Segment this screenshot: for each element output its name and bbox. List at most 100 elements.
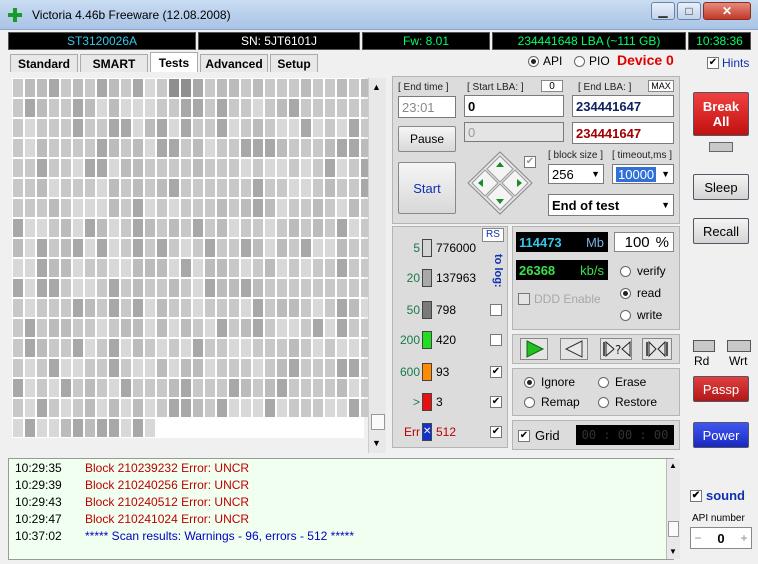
end-lba-input[interactable]: 234441647 (572, 95, 674, 117)
scroll-down-icon[interactable]: ▼ (669, 547, 677, 556)
pause-button[interactable]: Pause (398, 126, 456, 152)
sector-block (277, 259, 287, 277)
sector-block (73, 399, 83, 417)
timeout-select[interactable]: 10000 ▼ (612, 164, 674, 184)
break-all-button[interactable]: Break All (693, 92, 749, 136)
read-radio-dot[interactable] (620, 287, 631, 299)
sleep-button[interactable]: Sleep (693, 174, 749, 200)
recall-button[interactable]: Recall (693, 218, 749, 244)
sector-block (133, 319, 143, 337)
close-icon[interactable]: ✕ (703, 2, 751, 20)
sector-block (337, 219, 347, 237)
sector-block (121, 239, 131, 257)
minimize-icon[interactable]: ▁ (651, 2, 675, 20)
sector-block (145, 99, 155, 117)
verify-radio[interactable]: verify (620, 264, 666, 278)
erase-radio-dot[interactable] (598, 376, 609, 388)
max-button[interactable]: MAX (648, 80, 674, 92)
hints-check[interactable]: ✔ (707, 57, 719, 69)
restore-radio-dot[interactable] (598, 396, 609, 408)
sector-block (241, 319, 251, 337)
sector-block (289, 199, 299, 217)
log-checkbox[interactable]: ✔ (490, 366, 502, 378)
sector-block (97, 99, 107, 117)
jump-unknown-icon[interactable]: ? (600, 338, 632, 360)
scroll-down-icon[interactable]: ▼ (372, 438, 381, 448)
write-radio-dot[interactable] (620, 309, 631, 321)
ignore-radio-dot[interactable] (524, 376, 535, 388)
decrement-icon[interactable]: − (691, 531, 705, 545)
erase-radio[interactable]: Erase (598, 375, 646, 389)
api-radio[interactable]: API (528, 54, 562, 68)
remap-radio[interactable]: Remap (524, 395, 580, 409)
sector-block (109, 239, 119, 257)
sector-block (193, 199, 203, 217)
sector-block (121, 399, 131, 417)
sector-block (25, 119, 35, 137)
grid-checkbox[interactable]: ✔ Grid (518, 428, 560, 443)
end-time-value: 23:01 (402, 99, 435, 115)
sector-block (181, 399, 191, 417)
sound-checkbox[interactable]: ✔ sound (690, 488, 745, 503)
sector-block (277, 379, 287, 397)
break-all-label: Break All (702, 99, 740, 129)
direction-checkbox[interactable]: ✔ (524, 156, 536, 168)
block-size-select[interactable]: 256 ▼ (548, 164, 604, 184)
maximize-icon[interactable]: □ (677, 2, 701, 20)
sector-block (205, 239, 215, 257)
sector-block (49, 179, 59, 197)
sector-block (205, 359, 215, 377)
api-radio-dot[interactable] (528, 55, 539, 67)
sector-map-scrollbar[interactable]: ▲ ▼ (368, 78, 386, 453)
log-scrollbar[interactable]: ▲ ▼ (666, 459, 680, 559)
grid-check[interactable]: ✔ (518, 429, 530, 442)
log-checkbox[interactable]: ✔ (490, 426, 502, 438)
log-checkbox[interactable] (490, 334, 502, 346)
tab-standard[interactable]: Standard (10, 54, 78, 72)
sector-block (313, 219, 323, 237)
log-checkbox[interactable] (490, 304, 502, 316)
tab-smart[interactable]: SMART (80, 54, 148, 72)
pio-radio-dot[interactable] (574, 55, 585, 67)
scroll-thumb[interactable] (371, 414, 385, 430)
api-number-stepper[interactable]: − 0 + (690, 527, 752, 549)
end-time-input[interactable]: 23:01 (398, 96, 456, 118)
scroll-up-icon[interactable]: ▲ (372, 82, 381, 92)
log-message: Block 210241024 Error: UNCR (85, 512, 250, 526)
end-action-select[interactable]: End of test ▼ (548, 194, 674, 216)
scroll-up-icon[interactable]: ▲ (669, 461, 677, 470)
tab-advanced[interactable]: Advanced (200, 54, 268, 72)
start-lba-input[interactable]: 0 (464, 95, 564, 117)
sector-block (49, 359, 59, 377)
tab-setup[interactable]: Setup (270, 54, 318, 72)
end-lba-display-value: 234441647 (576, 125, 642, 141)
hints-checkbox[interactable]: ✔ Hints (707, 56, 749, 70)
pio-radio[interactable]: PIO (574, 54, 610, 68)
sector-block (121, 219, 131, 237)
increment-icon[interactable]: + (737, 531, 751, 545)
tab-tests[interactable]: Tests (150, 52, 198, 72)
play-backward-icon[interactable] (560, 338, 588, 360)
verify-radio-dot[interactable] (620, 265, 631, 277)
sector-block (169, 179, 179, 197)
sector-block (253, 179, 263, 197)
sector-block (313, 99, 323, 117)
passp-button[interactable]: Passp (693, 376, 749, 402)
log-checkbox[interactable]: ✔ (490, 396, 502, 408)
sound-check[interactable]: ✔ (690, 489, 702, 502)
start-button[interactable]: Start (398, 162, 456, 214)
sector-block (61, 119, 71, 137)
sector-block (313, 319, 323, 337)
restore-radio[interactable]: Restore (598, 395, 657, 409)
jump-end-icon[interactable] (642, 338, 672, 360)
read-radio[interactable]: read (620, 286, 661, 300)
remap-radio-dot[interactable] (524, 396, 535, 408)
write-radio[interactable]: write (620, 308, 662, 322)
play-forward-icon[interactable] (520, 338, 548, 360)
log-scroll-thumb[interactable] (668, 521, 679, 537)
sector-block (73, 319, 83, 337)
ignore-radio[interactable]: Ignore (524, 375, 575, 389)
sector-block (289, 239, 299, 257)
start-lba-zero-button[interactable]: 0 (541, 80, 563, 92)
power-button[interactable]: Power (693, 422, 749, 448)
